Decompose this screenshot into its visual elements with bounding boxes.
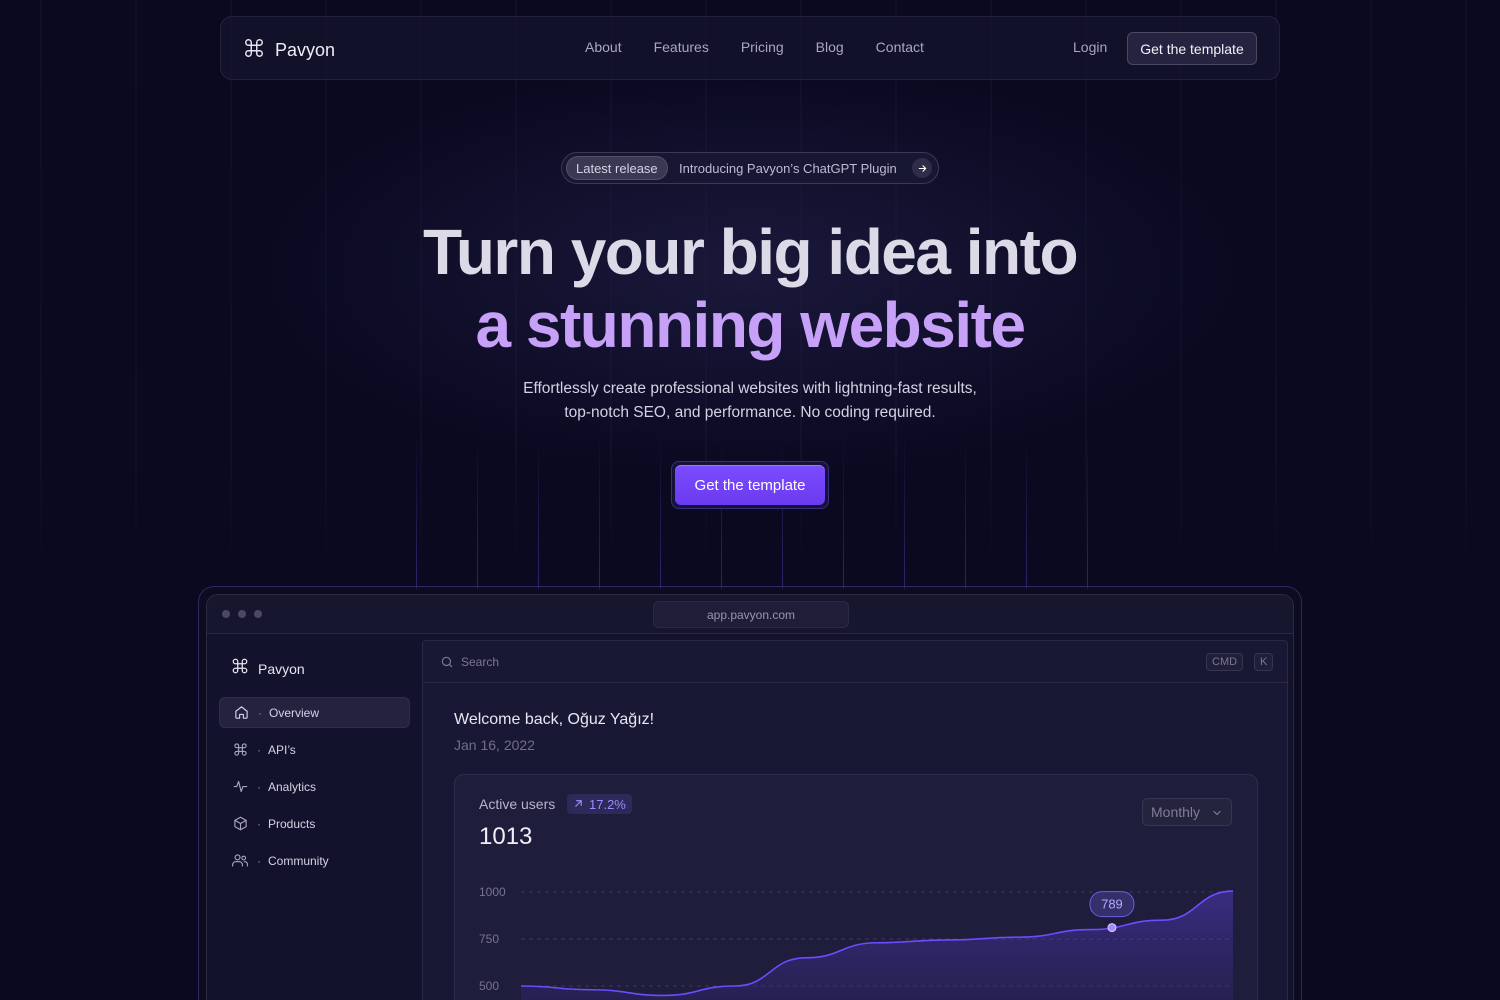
sidebar-item-label: Overview [269, 705, 320, 720]
sidebar-item-label: Products [268, 816, 316, 831]
window-dot-close [222, 610, 230, 618]
address-bar[interactable]: app.pavyon.com [653, 601, 849, 628]
active-users-card: Active users 17.2% 1013 Monthly 1000 750 5… [454, 774, 1258, 1000]
hero-get-template-button[interactable]: Get the template [675, 465, 825, 505]
app-preview-window: app.pavyon.com Pavyon · Overview · API’s… [206, 594, 1294, 1000]
bullet: · [257, 816, 261, 831]
search-bar[interactable]: Search CMD K [423, 641, 1289, 683]
release-text: Introducing Pavyon’s ChatGPT Plugin [679, 161, 897, 176]
sidebar-item-community[interactable]: · Community [219, 845, 410, 876]
bullet: · [257, 779, 261, 794]
hero-title-line-1: Turn your big idea into [422, 216, 1079, 288]
brand-name: Pavyon [275, 40, 336, 60]
shortcut-key-cmd: CMD [1206, 653, 1244, 671]
sidebar-item-analytics[interactable]: · Analytics [219, 771, 410, 802]
nav-link-blog[interactable]: Blog [816, 39, 844, 55]
arrow-right-icon [912, 158, 932, 178]
hero-cta-wrapper: Get the template [671, 461, 829, 509]
nav-get-template-button[interactable]: Get the template [1127, 32, 1257, 65]
sidebar-brand[interactable]: Pavyon [231, 657, 305, 680]
window-dot-minimize [238, 610, 246, 618]
sidebar-item-label: API’s [268, 742, 296, 757]
box-icon [232, 816, 248, 832]
hero-title-line-2: a stunning website [475, 289, 1026, 361]
hero-subtitle-line-1: Effortlessly create professional website… [523, 380, 977, 397]
home-icon [233, 705, 249, 721]
window-dot-maximize [254, 610, 262, 618]
logo-icon [232, 742, 248, 758]
logo-icon [243, 37, 265, 64]
chart-tooltip-value: 789 [1101, 897, 1123, 912]
y-tick-label: 1000 [479, 885, 506, 899]
nav-link-pricing[interactable]: Pricing [741, 39, 784, 55]
sidebar-item-label: Community [268, 853, 329, 868]
chart-highlight-point[interactable] [1107, 923, 1117, 933]
sidebar-item-apis[interactable]: · API’s [219, 734, 410, 765]
sidebar-item-overview[interactable]: · Overview [219, 697, 410, 728]
logo-icon [231, 657, 249, 680]
sidebar-brand-name: Pavyon [258, 660, 305, 677]
nav-link-about[interactable]: About [585, 39, 622, 55]
background-accent-lines [380, 430, 1120, 590]
login-link[interactable]: Login [1073, 39, 1107, 55]
welcome-heading: Welcome back, Oğuz Yağız! [454, 711, 655, 728]
search-input[interactable]: Search [461, 655, 499, 669]
release-announcement[interactable]: Latest release Introducing Pavyon’s Chat… [561, 152, 939, 184]
brand-logo-link[interactable]: Pavyon [243, 37, 335, 64]
activity-icon [232, 779, 248, 795]
bullet: · [258, 705, 262, 720]
y-tick-label: 750 [479, 932, 499, 946]
nav-links: About Features Pricing Blog Contact [585, 39, 924, 55]
nav-link-features[interactable]: Features [654, 39, 709, 55]
current-date: Jan 16, 2022 [454, 737, 535, 753]
sidebar-item-products[interactable]: · Products [219, 808, 410, 839]
top-navbar: Pavyon About Features Pricing Blog Conta… [220, 16, 1280, 80]
shortcut-key-k: K [1254, 653, 1274, 671]
bullet: · [257, 853, 261, 868]
hero-subtitle: Effortlessly create professional website… [500, 377, 1000, 425]
release-badge: Latest release [566, 156, 668, 180]
active-users-chart: 1000 750 500 789 [479, 885, 1234, 1000]
browser-titlebar: app.pavyon.com [207, 595, 1293, 634]
y-tick-label: 500 [479, 979, 499, 993]
hero-subtitle-line-2: top-notch SEO, and performance. No codin… [564, 404, 936, 421]
nav-link-contact[interactable]: Contact [876, 39, 924, 55]
users-icon [232, 853, 248, 869]
sidebar-item-label: Analytics [268, 779, 317, 794]
bullet: · [257, 742, 261, 757]
search-icon [440, 655, 454, 674]
dashboard-main: Search CMD K Welcome back, Oğuz Yağız! J… [422, 640, 1289, 1000]
